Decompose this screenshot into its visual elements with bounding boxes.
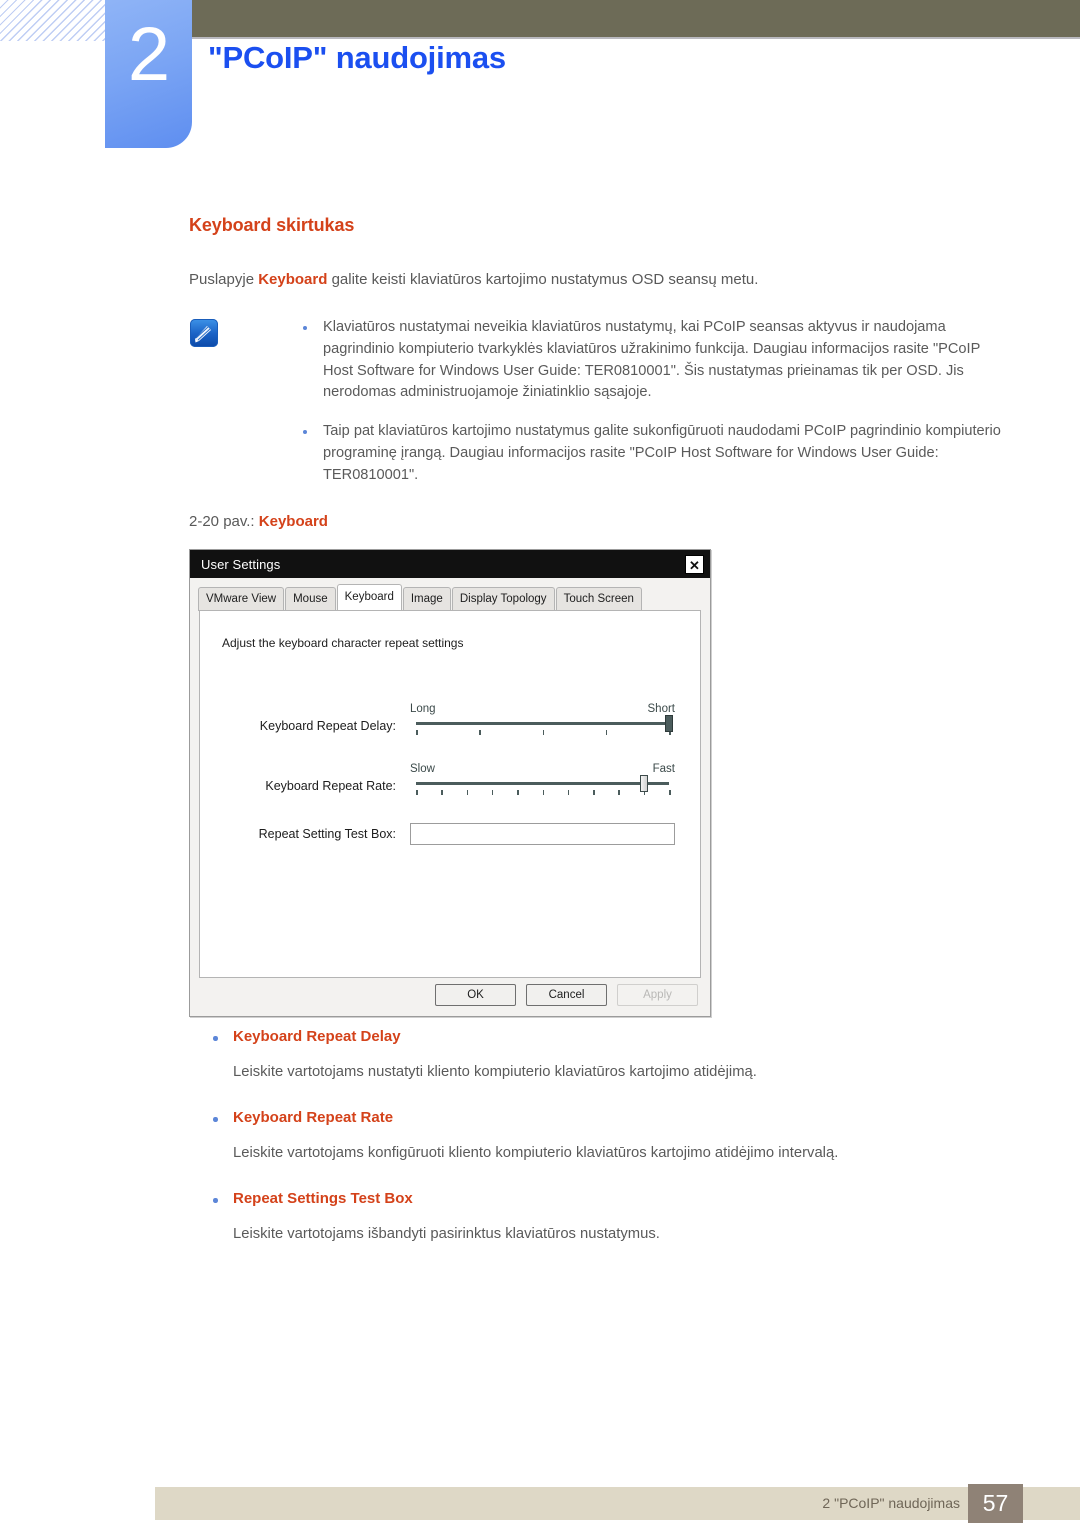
- list-item-title: Keyboard Repeat Delay: [189, 1028, 1009, 1045]
- footer-chapter-label: 2 "PCoIP" naudojimas: [822, 1495, 960, 1511]
- slider-tick: [479, 730, 481, 735]
- header-hatch-decoration: [0, 0, 112, 41]
- intro-paragraph: Puslapyje Keyboard galite keisti klaviat…: [189, 269, 1009, 291]
- keyboard-repeat-delay-slider[interactable]: Long Short: [410, 703, 675, 743]
- figure-caption: 2-20 pav.: Keyboard: [189, 513, 1009, 530]
- rate-slider-track: [416, 782, 669, 785]
- list-item-title: Keyboard Repeat Rate: [189, 1109, 1009, 1126]
- dialog-title: User Settings: [201, 556, 281, 572]
- lower-definition-list: Keyboard Repeat Delay Leiskite vartotoja…: [189, 1028, 1009, 1272]
- rate-slider-ticks: [416, 790, 671, 796]
- ok-button[interactable]: OK: [435, 984, 516, 1006]
- dialog-panel: Adjust the keyboard character repeat set…: [199, 610, 701, 978]
- slider-tick: [466, 790, 469, 795]
- intro-text-before: Puslapyje: [189, 271, 259, 288]
- chapter-title: "PCoIP" naudojimas: [208, 40, 506, 75]
- intro-text-after: galite keisti klaviatūros kartojimo nust…: [327, 271, 759, 288]
- slider-tick: [542, 790, 544, 795]
- tab-mouse[interactable]: Mouse: [285, 587, 336, 611]
- slider-tick: [542, 730, 544, 735]
- repeat-setting-test-box-label: Repeat Setting Test Box:: [258, 827, 396, 841]
- settings-rows: Keyboard Repeat Delay: Long Short Keyboa…: [200, 703, 700, 865]
- tab-touch-screen[interactable]: Touch Screen: [555, 587, 642, 611]
- cancel-button[interactable]: Cancel: [526, 984, 607, 1006]
- delay-slider-thumb[interactable]: [665, 715, 673, 732]
- keyboard-repeat-delay-label: Keyboard Repeat Delay:: [259, 719, 396, 733]
- tab-keyboard[interactable]: Keyboard: [336, 584, 402, 610]
- row-repeat-setting-test-box: Repeat Setting Test Box:: [200, 823, 700, 845]
- delay-slider-ticks: [416, 730, 671, 736]
- panel-hint-text: Adjust the keyboard character repeat set…: [222, 636, 464, 650]
- apply-button: Apply: [617, 984, 698, 1006]
- delay-slider-track: [416, 722, 669, 725]
- close-icon[interactable]: ✕: [685, 554, 704, 574]
- chapter-number-tab: 2: [105, 0, 192, 148]
- slider-tick: [567, 790, 570, 795]
- list-item: Klaviatūros nustatymai neveikia klaviatū…: [279, 317, 1009, 405]
- note-block: Klaviatūros nustatymai neveikia klaviatū…: [189, 317, 1009, 487]
- repeat-setting-test-input[interactable]: [410, 823, 675, 845]
- header-rule: [192, 37, 1080, 39]
- figure-caption-keyword: Keyboard: [258, 512, 328, 530]
- list-item: Taip pat klaviatūros kartojimo nustatymu…: [279, 421, 1009, 487]
- keyboard-repeat-rate-label: Keyboard Repeat Rate:: [265, 779, 396, 793]
- dialog-button-row: OK Cancel Apply: [435, 984, 698, 1006]
- list-item-body: Leiskite vartotojams konfigūruoti klient…: [233, 1145, 839, 1162]
- intro-keyword: Keyboard: [258, 271, 328, 288]
- slider-tick: [618, 790, 620, 795]
- content-area: Keyboard skirtukas Puslapyje Keyboard ga…: [189, 215, 1009, 546]
- rate-left-label: Slow: [410, 763, 435, 775]
- section-title: Keyboard skirtukas: [189, 215, 355, 235]
- note-pen-icon: [190, 318, 218, 347]
- list-item-body: Leiskite vartotojams išbandyti pasirinkt…: [233, 1226, 660, 1243]
- delay-left-label: Long: [410, 703, 436, 715]
- footer-page-number: 57: [968, 1484, 1023, 1523]
- slider-tick: [669, 790, 671, 795]
- dialog-titlebar: User Settings ✕: [190, 550, 710, 578]
- header-olive-bar: [192, 0, 1080, 37]
- list-item-title: Repeat Settings Test Box: [189, 1190, 1009, 1207]
- row-keyboard-repeat-rate: Keyboard Repeat Rate: Slow Fast: [200, 763, 700, 803]
- footer-bar: 2 "PCoIP" naudojimas: [155, 1487, 1080, 1520]
- tab-vmware-view[interactable]: VMware View: [198, 587, 285, 611]
- figure-caption-prefix: 2-20 pav.:: [189, 512, 259, 530]
- note-bullet-list: Klaviatūros nustatymai neveikia klaviatū…: [279, 317, 1009, 487]
- tab-image[interactable]: Image: [402, 587, 451, 611]
- rate-right-label: Fast: [652, 763, 675, 775]
- rate-slider-thumb[interactable]: [639, 775, 648, 792]
- slider-tick: [593, 790, 595, 795]
- dialog-tab-strip: VMware View Mouse Keyboard Image Display…: [190, 578, 710, 611]
- slider-tick: [416, 730, 418, 735]
- tab-display-topology[interactable]: Display Topology: [451, 587, 555, 611]
- slider-tick: [517, 790, 519, 795]
- slider-tick: [491, 790, 494, 795]
- delay-right-label: Short: [647, 703, 676, 715]
- user-settings-dialog: User Settings ✕ VMware View Mouse Keyboa…: [189, 549, 711, 1017]
- slider-tick: [416, 790, 418, 795]
- slider-tick: [605, 730, 608, 735]
- list-item-body: Leiskite vartotojams nustatyti kliento k…: [233, 1064, 757, 1080]
- row-keyboard-repeat-delay: Keyboard Repeat Delay: Long Short: [200, 703, 700, 743]
- slider-tick: [441, 790, 443, 795]
- keyboard-repeat-rate-slider[interactable]: Slow Fast: [410, 763, 675, 803]
